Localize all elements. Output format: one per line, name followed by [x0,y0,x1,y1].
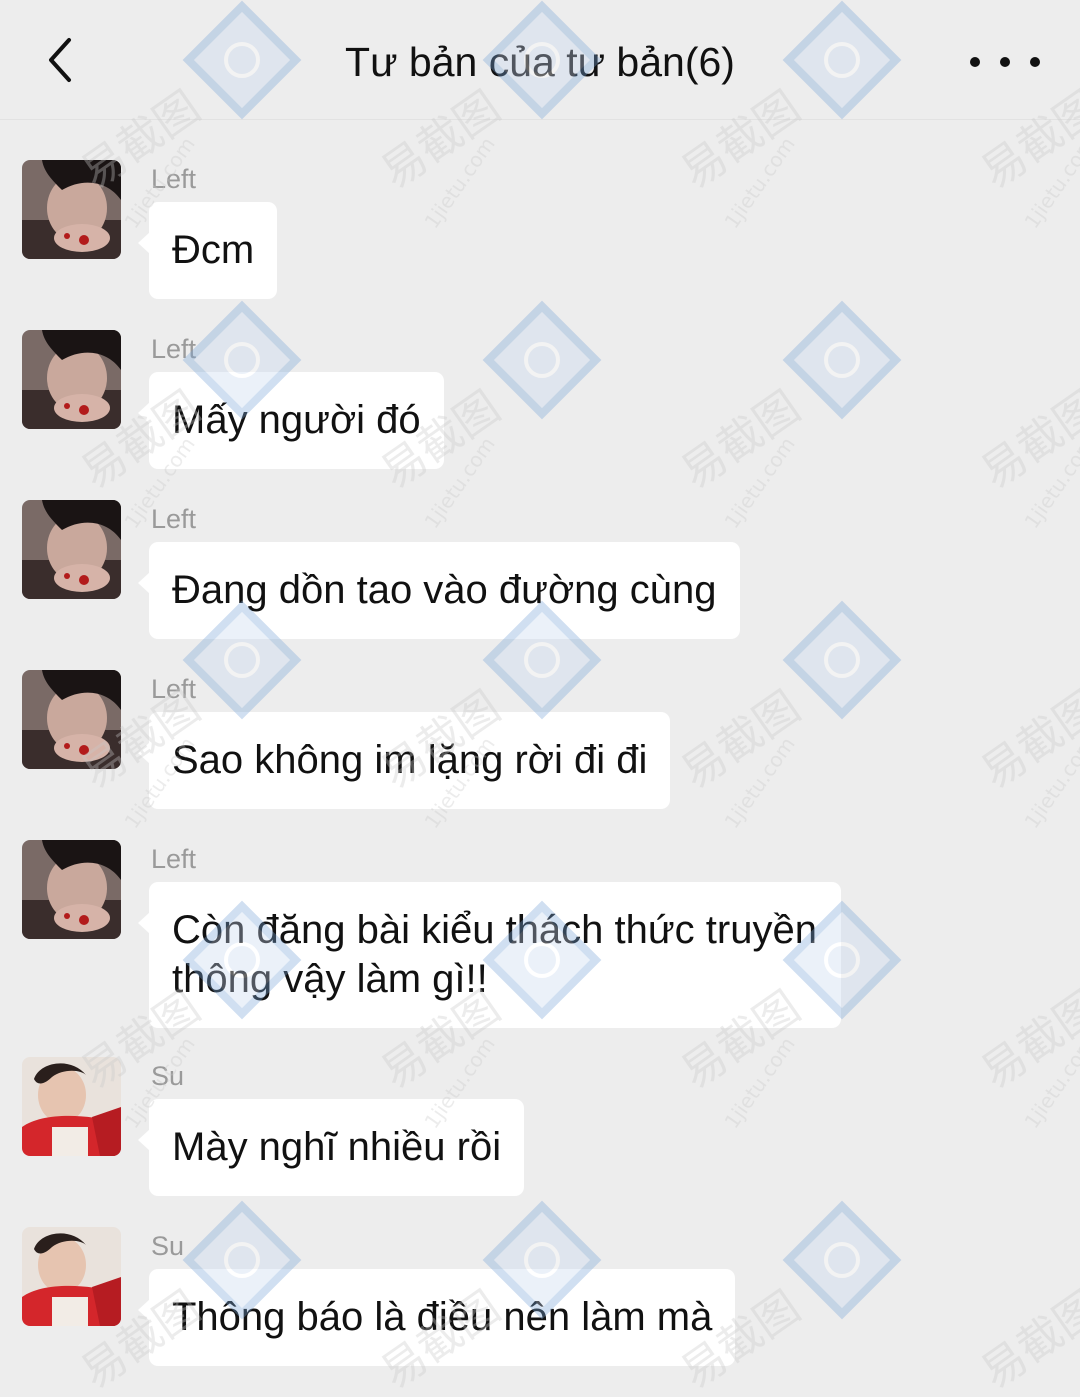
message-bubble[interactable]: Đcm [137,202,278,299]
sender-name: Su [151,1061,185,1091]
more-dot [1030,57,1040,67]
avatar[interactable] [22,670,121,769]
watermark-text: 易截图 [672,382,809,499]
avatar-left-image [22,500,121,599]
avatar-left-image [22,670,121,769]
watermark-text: 易截图 [672,682,809,799]
chat-title: Tư bản của tư bản(6) [345,39,735,85]
sender-name: Left [151,164,197,194]
watermark-text: 易截图 [972,982,1080,1099]
avatar[interactable] [22,160,121,259]
avatar[interactable] [22,500,121,599]
message-bubble[interactable]: Còn đăng bài kiểu thách thức truyền thôn… [138,882,841,1028]
back-button[interactable] [30,28,90,92]
avatar-left-image [22,160,121,259]
avatar[interactable] [22,1057,121,1156]
watermark-url: 1jietu.com [1019,132,1080,232]
chevron-left-icon [49,38,71,82]
message-bubble[interactable]: Đang dồn tao vào đường cùng [138,542,740,639]
avatar-su-image [22,1227,121,1326]
watermark-text: 易截图 [972,682,1080,799]
watermark-url: 1jietu.com [719,1032,799,1132]
watermark-url: 1jietu.com [719,432,799,532]
message-bubble[interactable]: Mày nghĩ nhiều rồi [137,1099,525,1196]
avatar[interactable] [22,840,121,939]
watermark-url: 1jietu.com [719,132,799,232]
more-button[interactable] [970,36,1040,88]
watermark-url: 1jietu.com [419,132,499,232]
chat-header: Tư bản của tư bản(6) [0,0,1080,120]
message-bubble[interactable]: Sao không im lặng rời đi đi [137,712,671,809]
watermark-text: 易截图 [972,1282,1080,1397]
sender-name: Left [151,674,197,704]
watermark-url: 1jietu.com [1019,732,1080,832]
sender-name: Su [151,1231,185,1261]
watermark-url: 1jietu.com [719,732,799,832]
sender-name: Left [151,334,197,364]
message-bubble[interactable]: Thông báo là điều nên làm mà [137,1269,736,1366]
avatar-left-image [22,330,121,429]
avatar-left-image [22,840,121,939]
watermark-text: 易截图 [972,382,1080,499]
avatar[interactable] [22,1227,121,1326]
more-horizontal-icon [970,57,980,67]
watermark-url: 1jietu.com [1019,1032,1080,1132]
more-dot [1000,57,1010,67]
watermark-url: 1jietu.com [1019,432,1080,532]
message-bubble[interactable]: Mấy người đó [138,372,444,469]
sender-name: Left [151,504,197,534]
avatar-su-image [22,1057,121,1156]
avatar[interactable] [22,330,121,429]
chat-screen: Tư bản của tư bản(6) Left Đcm Left Mấy n… [0,0,1080,1397]
sender-name: Left [151,844,197,874]
